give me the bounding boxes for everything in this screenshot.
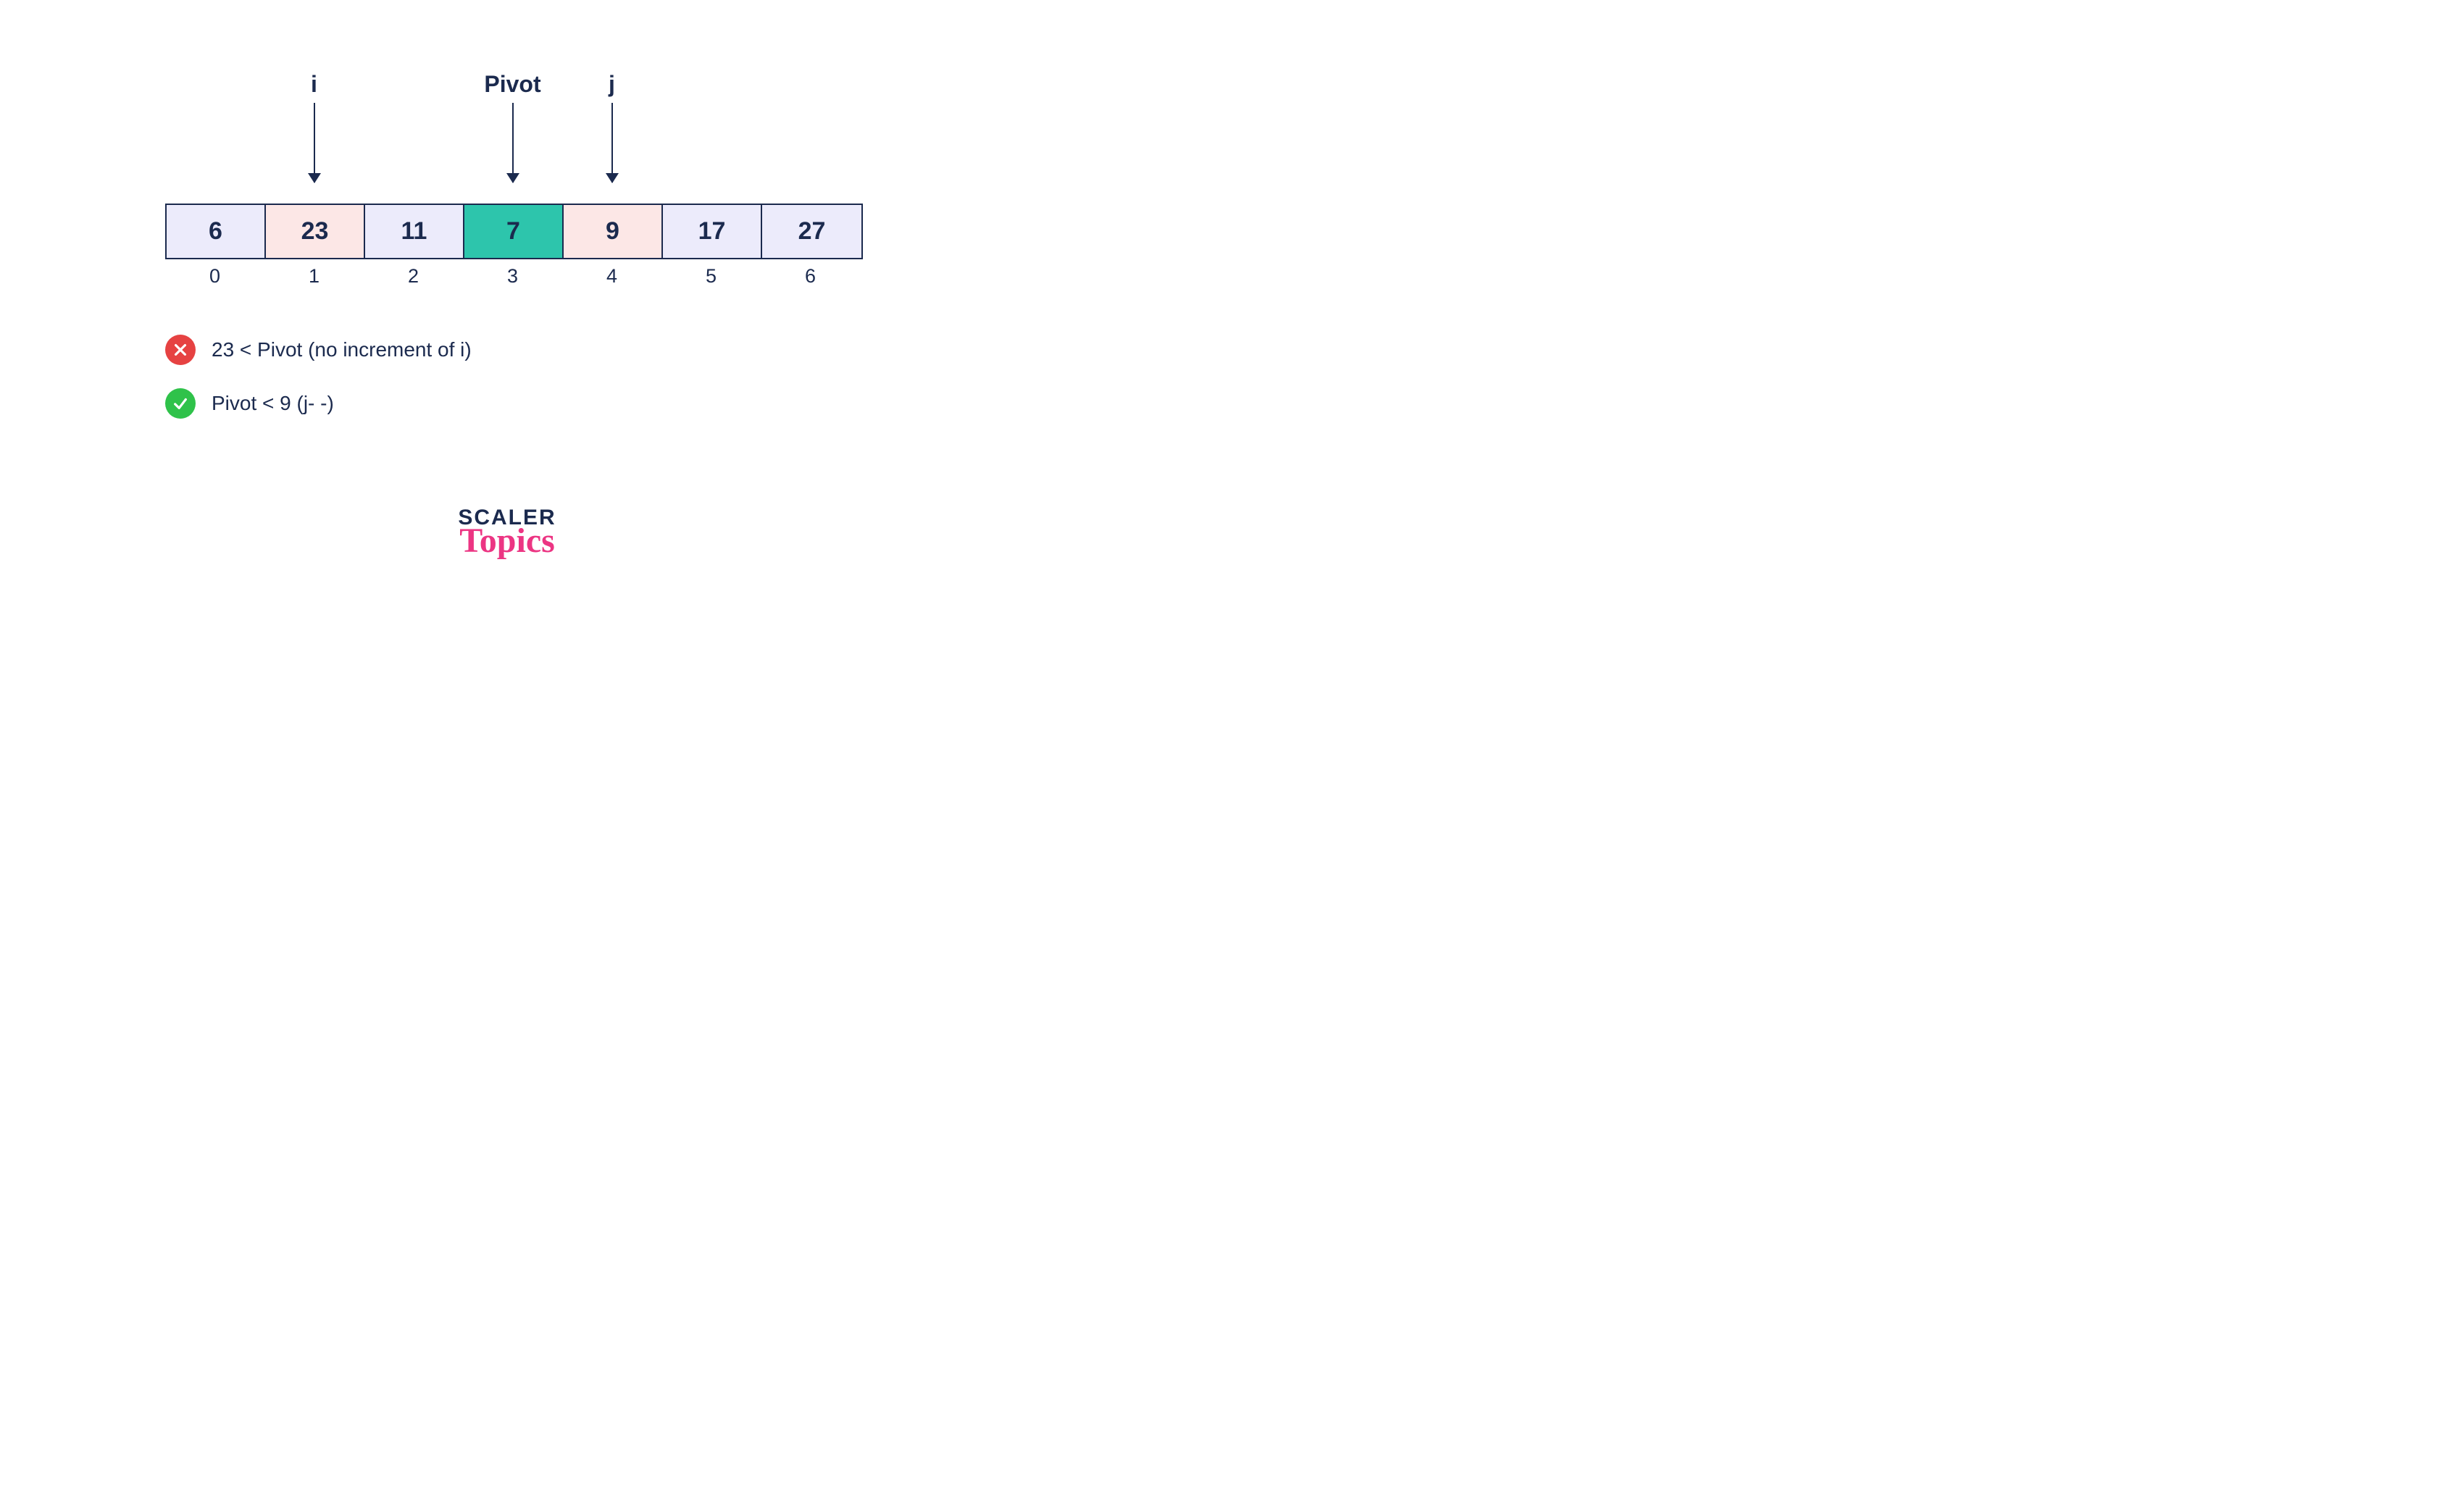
- array-cell-4: 9: [564, 205, 663, 258]
- pointer-slot-5: [661, 72, 761, 183]
- condition-fail-text: 23 < Pivot (no increment of i): [212, 338, 472, 361]
- index-4: 4: [562, 265, 661, 288]
- arrow-down-icon: [512, 103, 514, 183]
- arrow-down-icon: [611, 103, 613, 183]
- array-cell-0: 6: [167, 205, 266, 258]
- array-cell-6: 27: [762, 205, 861, 258]
- pointer-j: j: [562, 72, 661, 183]
- brand-logo: SCALER Topics: [458, 507, 556, 555]
- index-6: 6: [761, 265, 860, 288]
- pointer-row: i Pivot j: [165, 72, 860, 183]
- pointer-pivot: Pivot: [463, 72, 562, 183]
- array-cell-3: 7: [464, 205, 564, 258]
- condition-pass-text: Pivot < 9 (j- -): [212, 392, 334, 415]
- brand-bottom-text: Topics: [458, 527, 556, 555]
- index-0: 0: [165, 265, 264, 288]
- index-3: 3: [463, 265, 562, 288]
- array-cell-1: 23: [266, 205, 365, 258]
- index-2: 2: [364, 265, 463, 288]
- condition-fail: 23 < Pivot (no increment of i): [165, 335, 472, 365]
- pointer-slot-0: [165, 72, 264, 183]
- array-row: 6 23 11 7 9 17 27: [165, 204, 863, 259]
- diagram-canvas: i Pivot j 6 23 11 7 9 17 27 0 1 2 3 4 5 …: [0, 0, 1014, 621]
- array-cell-5: 17: [663, 205, 762, 258]
- array-cell-2: 11: [365, 205, 464, 258]
- pointer-j-label: j: [562, 72, 661, 96]
- pointer-pivot-label: Pivot: [463, 72, 562, 96]
- pointer-slot-6: [761, 72, 860, 183]
- index-row: 0 1 2 3 4 5 6: [165, 265, 860, 288]
- pointer-i: i: [264, 72, 364, 183]
- check-icon: [165, 388, 196, 419]
- arrow-down-icon: [314, 103, 315, 183]
- pointer-slot-2: [364, 72, 463, 183]
- condition-pass: Pivot < 9 (j- -): [165, 388, 472, 419]
- conditions-list: 23 < Pivot (no increment of i) Pivot < 9…: [165, 335, 472, 442]
- pointer-i-label: i: [264, 72, 364, 96]
- index-5: 5: [661, 265, 761, 288]
- cross-icon: [165, 335, 196, 365]
- index-1: 1: [264, 265, 364, 288]
